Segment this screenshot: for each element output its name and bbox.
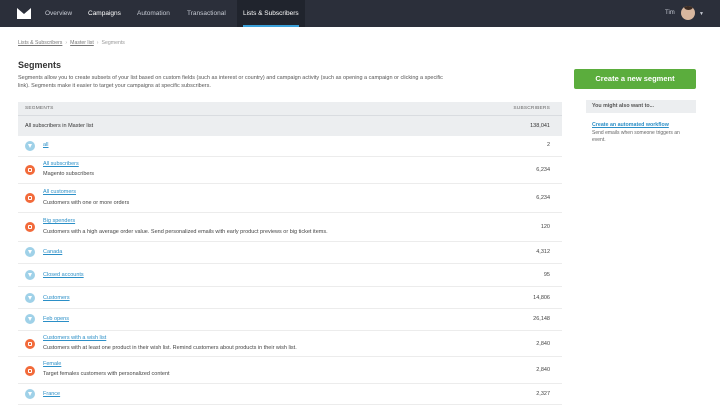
avatar[interactable] xyxy=(681,6,695,20)
page-title: Segments xyxy=(18,60,62,70)
table-row[interactable]: Customers 14,806 xyxy=(18,287,562,309)
filter-icon xyxy=(25,270,35,280)
segment-count: 6,234 xyxy=(536,195,550,201)
segment-description: Customers with one or more orders xyxy=(43,200,130,206)
automation-icon xyxy=(25,222,35,232)
segment-count: 95 xyxy=(543,272,550,278)
nav-automation[interactable]: Automation xyxy=(137,0,170,27)
segment-name-link[interactable]: France xyxy=(43,391,60,397)
table-row[interactable]: All subscribers Magento subscribers 6,23… xyxy=(18,157,562,184)
create-workflow-link[interactable]: Create an automated workflow xyxy=(586,122,696,128)
table-row[interactable]: All customers Customers with one or more… xyxy=(18,184,562,213)
segment-name-link[interactable]: Customers with a wish list xyxy=(43,335,106,341)
all-subscribers-label: All subscribers in Master list xyxy=(25,123,94,129)
nav-campaigns[interactable]: Campaigns xyxy=(88,0,121,27)
segment-count: 120 xyxy=(540,224,550,230)
breadcrumb: Lists & Subscribers › Master list › Segments xyxy=(18,40,125,46)
column-header-subscribers: SUBSCRIBERS xyxy=(513,106,550,111)
table-row[interactable]: all 2 xyxy=(18,136,562,157)
segment-count: 26,148 xyxy=(533,316,550,322)
segment-name-link[interactable]: all xyxy=(43,142,49,148)
filter-icon xyxy=(25,141,35,151)
create-segment-button[interactable]: Create a new segment xyxy=(574,69,696,89)
all-subscribers-count: 138,041 xyxy=(530,123,550,129)
automation-icon xyxy=(25,165,35,175)
segment-count: 2,840 xyxy=(536,367,550,373)
breadcrumb-master-list[interactable]: Master list xyxy=(70,40,94,46)
table-header: SEGMENTS SUBSCRIBERS xyxy=(18,102,562,116)
segment-name-link[interactable]: Closed accounts xyxy=(43,272,84,278)
nav-transactional[interactable]: Transactional xyxy=(187,0,226,27)
segment-name-link[interactable]: Canada xyxy=(43,249,62,255)
segment-count: 2 xyxy=(546,142,550,148)
segment-count: 2,840 xyxy=(536,341,550,347)
nav-overview[interactable]: Overview xyxy=(45,0,72,27)
segment-name-link[interactable]: Female xyxy=(43,361,61,367)
app-logo-icon[interactable] xyxy=(17,8,31,19)
breadcrumb-segments: Segments xyxy=(101,40,125,46)
filter-icon xyxy=(25,293,35,303)
automation-icon xyxy=(25,339,35,349)
segment-name-link[interactable]: Big spenders xyxy=(43,218,75,224)
automation-icon xyxy=(25,366,35,376)
filter-icon xyxy=(25,389,35,399)
top-navigation-bar: Overview Campaigns Automation Transactio… xyxy=(0,0,720,27)
segment-description: Magento subscribers xyxy=(43,171,95,177)
breadcrumb-lists-subscribers[interactable]: Lists & Subscribers xyxy=(18,40,62,46)
filter-icon xyxy=(25,314,35,324)
filter-icon xyxy=(25,247,35,257)
segment-description: Customers with at least one product in t… xyxy=(43,345,297,351)
segment-description: Customers with a high average order valu… xyxy=(43,229,328,235)
all-subscribers-row[interactable]: All subscribers in Master list 138,041 xyxy=(18,116,562,136)
chevron-down-icon[interactable]: ▼ xyxy=(699,11,704,17)
segment-name-link[interactable]: Customers xyxy=(43,295,70,301)
table-row[interactable]: Feb opens 26,148 xyxy=(18,309,562,331)
table-row[interactable]: Female Target females customers with per… xyxy=(18,357,562,384)
create-workflow-description: Send emails when someone triggers an eve… xyxy=(592,130,680,143)
table-row[interactable]: Canada 4,312 xyxy=(18,242,562,264)
segment-name-link[interactable]: All subscribers xyxy=(43,161,79,167)
breadcrumb-separator: › xyxy=(65,40,68,46)
segment-count: 14,806 xyxy=(533,295,550,301)
page-intro: Segments allow you to create subsets of … xyxy=(18,75,443,89)
segment-description: Target females customers with personaliz… xyxy=(43,371,170,377)
column-header-segments: SEGMENTS xyxy=(25,106,54,111)
table-row[interactable]: Big spenders Customers with a high avera… xyxy=(18,213,562,242)
table-row[interactable]: France 2,327 xyxy=(18,384,562,405)
automation-icon xyxy=(25,193,35,203)
user-name[interactable]: Tim xyxy=(665,0,675,27)
segment-count: 2,327 xyxy=(536,391,550,397)
segment-name-link[interactable]: Feb opens xyxy=(43,316,69,322)
segments-table: SEGMENTS SUBSCRIBERS All subscribers in … xyxy=(18,102,562,405)
breadcrumb-separator: › xyxy=(96,40,99,46)
table-row[interactable]: Closed accounts 95 xyxy=(18,264,562,287)
segment-count: 4,312 xyxy=(536,249,550,255)
segment-count: 6,234 xyxy=(536,167,550,173)
nav-lists-subscribers[interactable]: Lists & Subscribers xyxy=(243,0,299,27)
suggestions-title: You might also want to... xyxy=(586,100,696,113)
suggestions-panel: You might also want to... Create an auto… xyxy=(586,100,696,144)
segment-name-link[interactable]: All customers xyxy=(43,189,76,195)
table-row[interactable]: Customers with a wish list Customers wit… xyxy=(18,331,562,357)
